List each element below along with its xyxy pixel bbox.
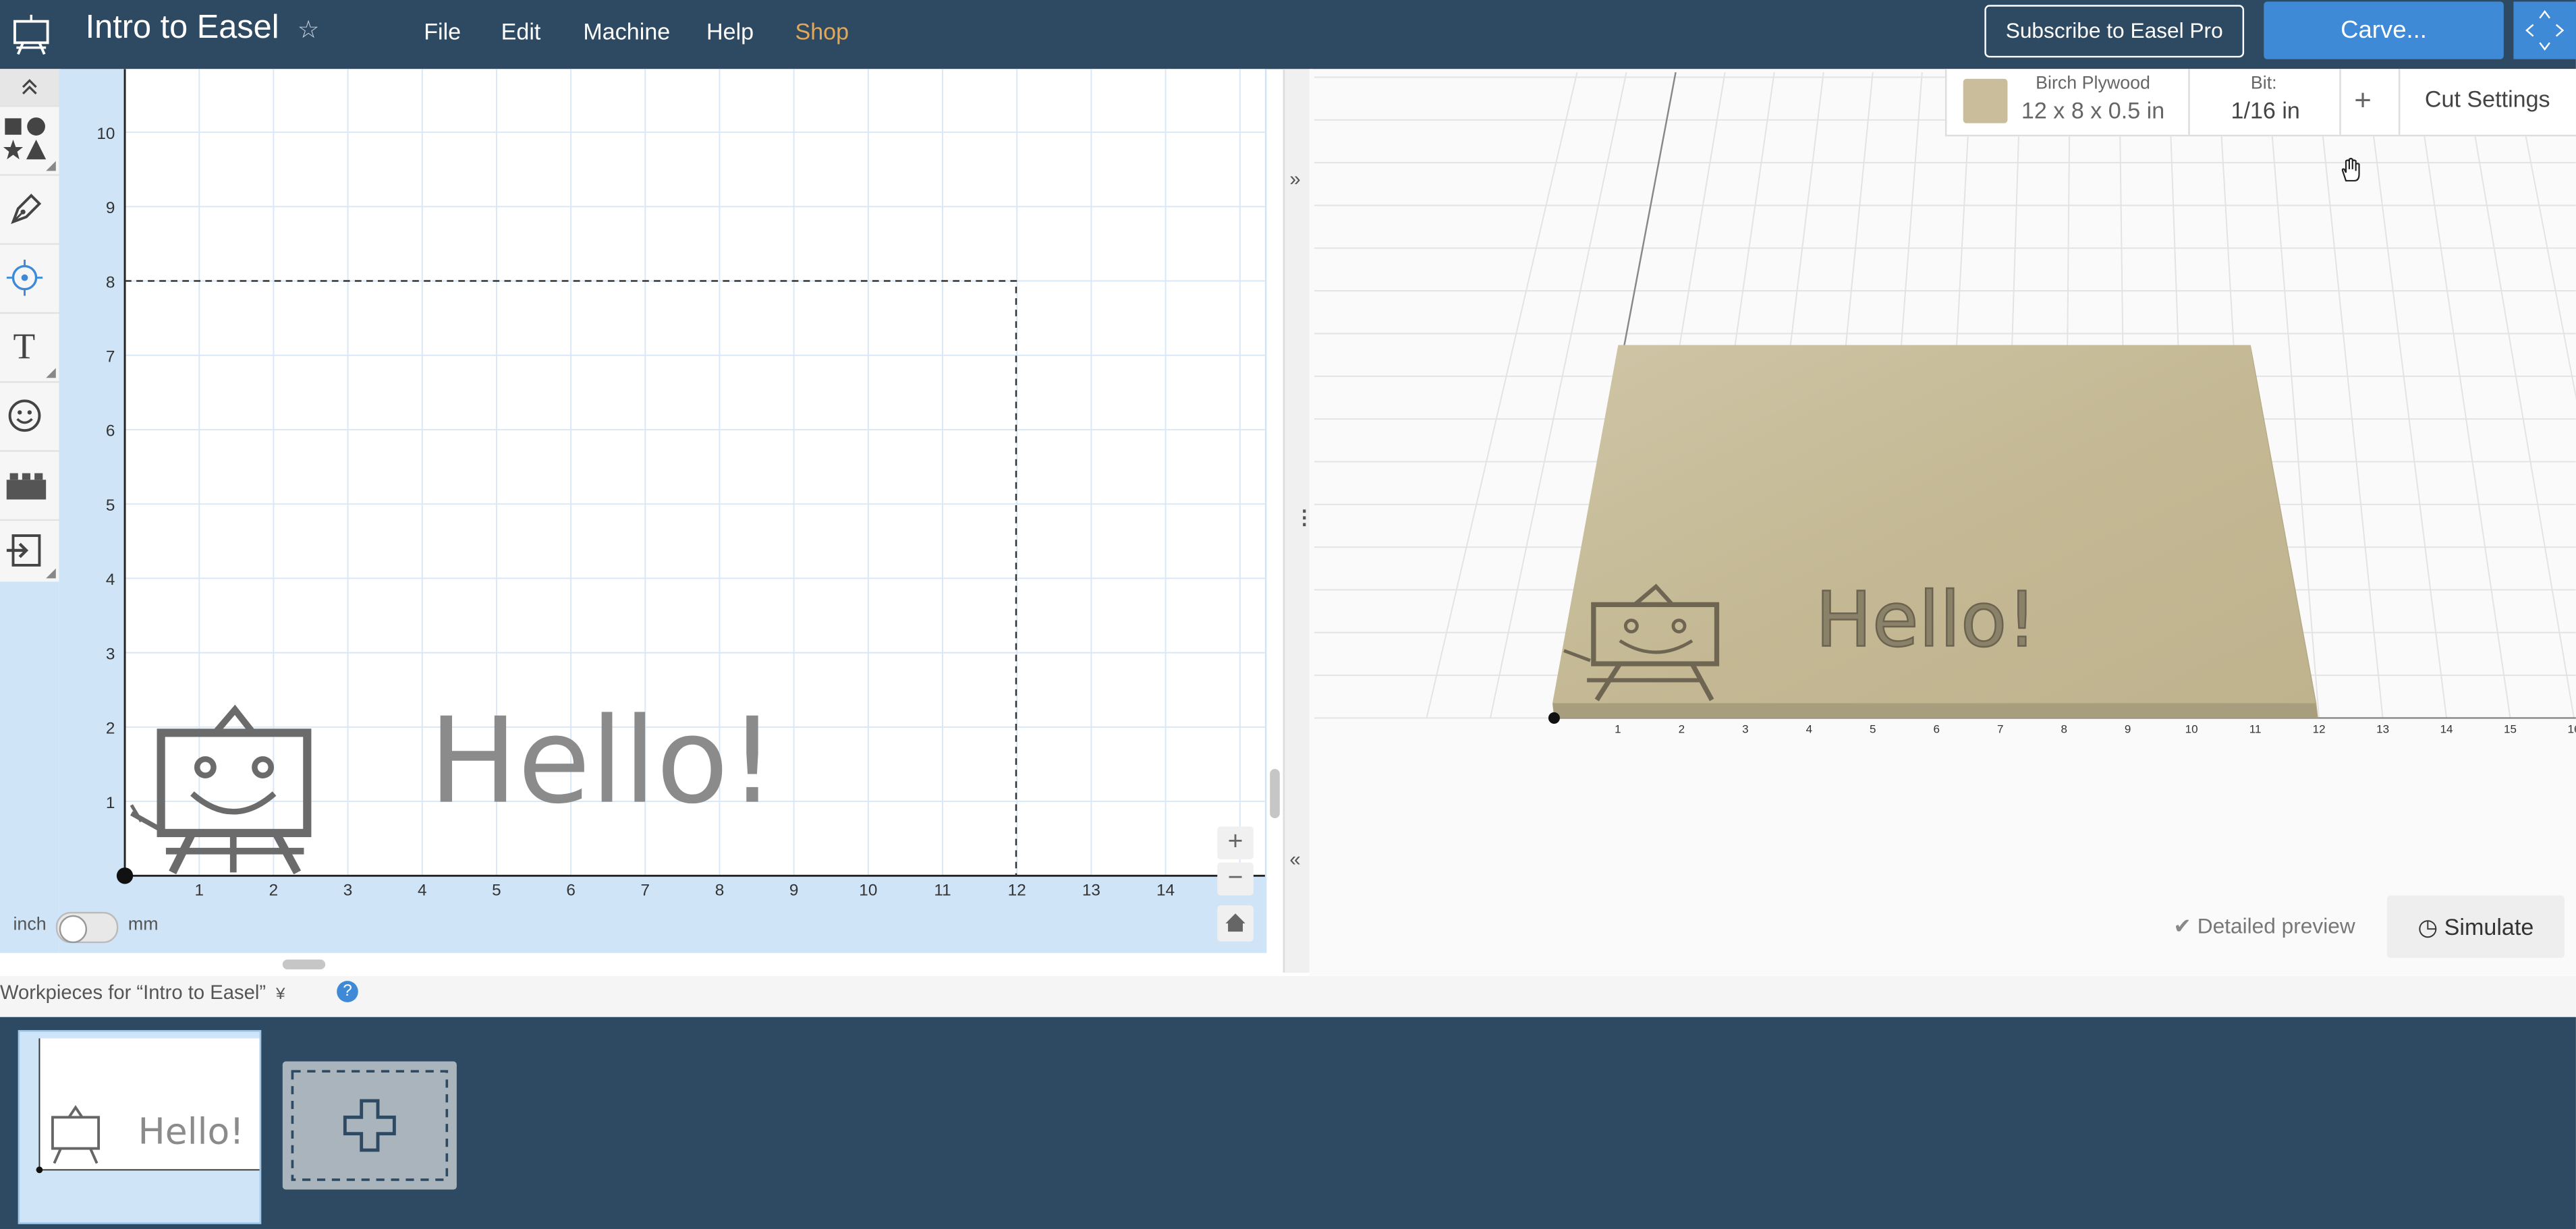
check-icon: ✔ (2173, 913, 2197, 938)
x-tick-label: 1 (194, 882, 204, 900)
unit-mm-label: mm (128, 915, 159, 935)
x-tick-label: 5 (492, 882, 501, 900)
y-tick-label: 4 (106, 571, 115, 589)
workpieces-title-text: Workpieces for “Intro to Easel” (0, 981, 267, 1004)
thumb-hello-text: Hello! (138, 1110, 244, 1152)
x-tick-label: 14 (1156, 882, 1175, 900)
project-title[interactable]: Intro to Easel (86, 10, 279, 48)
x-tick-label: 2 (269, 882, 279, 900)
expand-left-icon[interactable]: « (1289, 848, 1300, 871)
detailed-preview-toggle[interactable]: ✔ Detailed preview (2173, 913, 2355, 940)
help-icon[interactable]: ? (337, 981, 358, 1002)
menu-edit[interactable]: Edit (501, 18, 541, 45)
preview-x-tick-label: 16 (2568, 722, 2576, 735)
subscribe-button[interactable]: Subscribe to Easel Pro (1984, 5, 2245, 58)
bit-label: Bit: (2250, 74, 2277, 94)
y-tick-label: 8 (106, 273, 115, 291)
chevron-down-icon[interactable]: ¥ (271, 985, 285, 1004)
preview-x-tick-label: 13 (2376, 722, 2389, 735)
clock-icon: ◷ (2417, 913, 2444, 940)
preview-x-tick-label: 2 (1679, 722, 1685, 735)
divider (2188, 69, 2190, 135)
y-tick-label: 10 (96, 125, 115, 143)
x-tick-label: 10 (859, 882, 877, 900)
add-bit-button[interactable]: + (2354, 84, 2372, 118)
preview-x-tick-label: 5 (1870, 722, 1876, 735)
menu-help[interactable]: Help (706, 18, 754, 45)
x-tick-label: 13 (1082, 882, 1100, 900)
x-tick-label: 9 (789, 882, 799, 900)
material-swatch[interactable] (1963, 78, 2008, 123)
bit-size[interactable]: 1/16 in (2211, 97, 2320, 123)
zoom-in-button[interactable]: + (1217, 826, 1254, 859)
preview-x-tick-label: 3 (1742, 722, 1748, 735)
unit-inch-label: inch (13, 915, 47, 935)
add-workpiece-button[interactable] (282, 1061, 457, 1190)
vertical-scrollbar[interactable] (1270, 768, 1280, 819)
preview-x-tick-label: 11 (2249, 722, 2262, 735)
workpieces-title[interactable]: Workpieces for “Intro to Easel” ¥ (0, 981, 285, 1004)
simulate-button[interactable]: ◷ Simulate (2386, 895, 2565, 959)
home-icon (1225, 913, 1245, 932)
preview-x-tick-label: 9 (2125, 722, 2131, 735)
carve-button[interactable]: Carve... (2264, 1, 2504, 59)
preview-x-tick-label: 7 (1997, 722, 2003, 735)
unit-toggle[interactable] (55, 911, 119, 944)
workpiece-thumbnail[interactable]: Hello! (18, 1030, 262, 1224)
x-tick-label: 4 (418, 882, 427, 900)
menu-shop[interactable]: Shop (795, 18, 849, 45)
expand-right-icon[interactable]: » (1289, 167, 1300, 190)
menu-file[interactable]: File (424, 18, 461, 45)
hello-text-preview: Hello! (1816, 576, 2038, 664)
y-tick-label: 2 (106, 720, 115, 738)
horizontal-scrollbar[interactable] (282, 959, 326, 970)
x-tick-label: 8 (715, 882, 725, 900)
preview-x-tick-label: 15 (2504, 722, 2517, 735)
x-tick-label: 6 (566, 882, 576, 900)
material-name[interactable]: Birch Plywood (2014, 74, 2172, 94)
preview-x-tick-label: 10 (2185, 722, 2198, 735)
plus-icon (343, 1099, 396, 1152)
preview-x-tick-label: 14 (2440, 722, 2453, 735)
toggle-knob (59, 915, 88, 944)
origin-point (116, 867, 134, 884)
preview-x-tick-label: 6 (1934, 722, 1940, 735)
y-tick-label: 6 (106, 422, 115, 440)
fullscreen-button[interactable] (2513, 1, 2576, 59)
favorite-star-icon[interactable]: ☆ (298, 15, 320, 44)
workpieces-header (0, 975, 2576, 1017)
panel-divider[interactable]: » ⋮ « (1283, 69, 1314, 973)
home-view-button[interactable] (1217, 905, 1254, 942)
hello-text-design[interactable]: Hello! (429, 693, 777, 830)
hand-cursor-icon (2339, 156, 2362, 190)
x-tick-label: 12 (1008, 882, 1026, 900)
y-tick-label: 9 (106, 199, 115, 217)
preview-x-tick-label: 8 (2061, 722, 2067, 735)
detailed-preview-label: Detailed preview (2197, 913, 2355, 938)
y-tick-label: 1 (106, 794, 115, 812)
easel-logo-icon[interactable] (10, 13, 53, 55)
expand-arrows-icon (2525, 10, 2565, 51)
x-tick-label: 11 (934, 882, 951, 900)
divider (2398, 69, 2401, 135)
preview-x-tick-label: 1 (1615, 722, 1621, 735)
x-tick-label: 3 (343, 882, 353, 900)
x-tick-label: 7 (641, 882, 650, 900)
cut-settings-button[interactable]: Cut Settings (2425, 86, 2550, 112)
preview-x-tick-label: 4 (1806, 722, 1812, 735)
menu-machine[interactable]: Machine (583, 18, 670, 45)
material-dimensions[interactable]: 12 x 8 x 0.5 in (2014, 97, 2172, 123)
preview-x-tick-label: 12 (2313, 722, 2326, 735)
divider (2339, 69, 2341, 135)
simulate-label: Simulate (2444, 913, 2534, 940)
zoom-out-button[interactable]: − (1217, 862, 1254, 896)
design-grid[interactable]: 12345678910 1 2 3 4 5 6 7 8 9 10 11 12 13 14 Hello! (0, 69, 1283, 952)
y-tick-label: 5 (106, 496, 115, 515)
3d-preview[interactable]: 12345678910111213141516 Hello! (1309, 69, 2576, 976)
y-tick-label: 3 (106, 645, 115, 663)
y-tick-label: 7 (106, 347, 115, 366)
